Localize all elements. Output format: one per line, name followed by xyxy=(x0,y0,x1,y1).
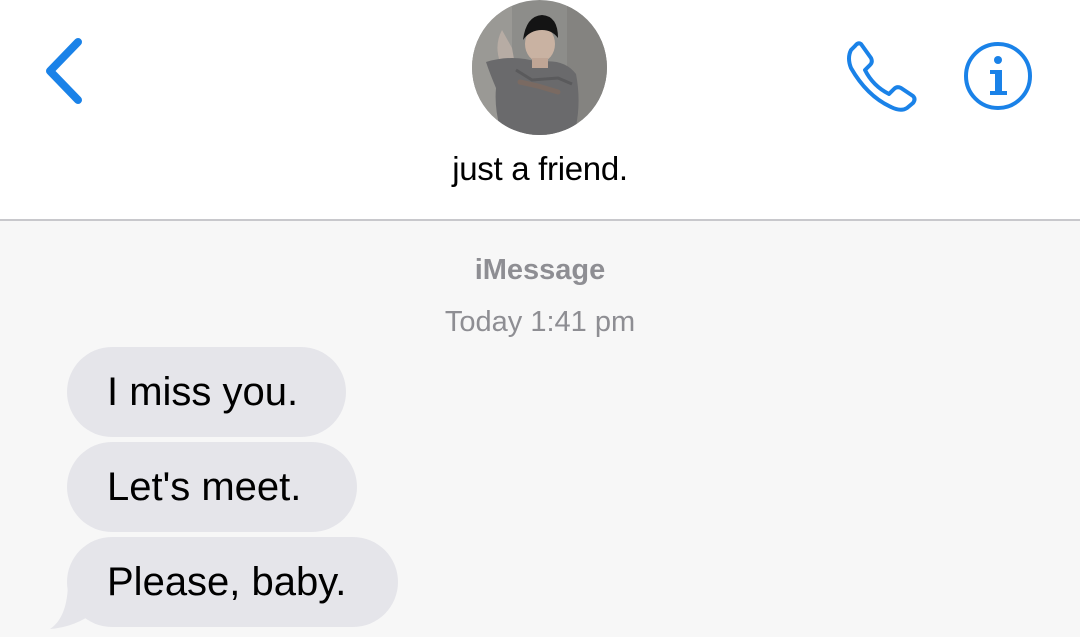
message-bubble-incoming[interactable]: Let's meet. xyxy=(67,442,357,532)
message-thread[interactable]: iMessage Today 1:41 pm I miss you. Let's… xyxy=(0,221,1080,637)
service-label: iMessage xyxy=(474,254,606,286)
message-bubble-incoming[interactable]: I miss you. xyxy=(67,347,346,437)
info-button[interactable] xyxy=(962,40,1034,112)
info-icon xyxy=(964,42,1032,110)
contact-name[interactable]: just a friend. xyxy=(0,150,1080,188)
messages-screen: just a friend. iMessage Today 1:41 pm I … xyxy=(0,0,1080,637)
contact-avatar[interactable] xyxy=(472,0,607,135)
contact-photo xyxy=(472,0,607,135)
message-timestamp: Today 1:41 pm xyxy=(444,306,636,338)
phone-icon xyxy=(847,41,917,112)
chevron-left-icon xyxy=(46,38,82,104)
call-button[interactable] xyxy=(843,38,919,112)
conversation-header: just a friend. xyxy=(0,0,1080,221)
message-bubble-incoming[interactable]: Please, baby. xyxy=(67,537,398,627)
back-button[interactable] xyxy=(38,36,90,106)
